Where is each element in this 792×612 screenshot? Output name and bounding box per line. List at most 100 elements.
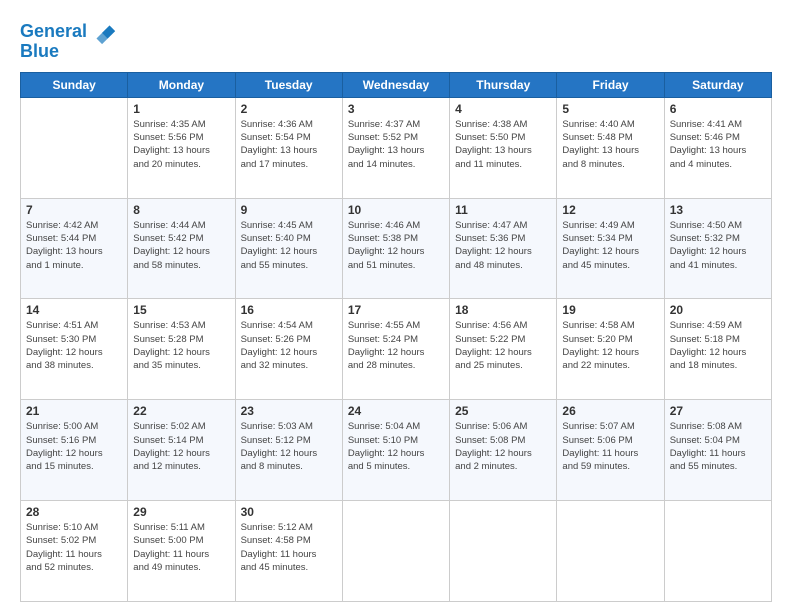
day-info: Sunrise: 4:40 AM Sunset: 5:48 PM Dayligh…: [562, 118, 658, 171]
day-info: Sunrise: 5:00 AM Sunset: 5:16 PM Dayligh…: [26, 420, 122, 473]
day-info: Sunrise: 4:37 AM Sunset: 5:52 PM Dayligh…: [348, 118, 444, 171]
day-info: Sunrise: 5:11 AM Sunset: 5:00 PM Dayligh…: [133, 521, 229, 574]
day-number: 4: [455, 102, 551, 116]
day-info: Sunrise: 5:03 AM Sunset: 5:12 PM Dayligh…: [241, 420, 337, 473]
day-number: 23: [241, 404, 337, 418]
calendar-cell: [21, 97, 128, 198]
logo-text-blue: Blue: [20, 42, 59, 62]
calendar-cell: [664, 501, 771, 602]
day-info: Sunrise: 4:47 AM Sunset: 5:36 PM Dayligh…: [455, 219, 551, 272]
calendar-cell: 16 Sunrise: 4:54 AM Sunset: 5:26 PM Dayli…: [235, 299, 342, 400]
day-number: 19: [562, 303, 658, 317]
weekday-header-row: SundayMondayTuesdayWednesdayThursdayFrid…: [21, 72, 772, 97]
calendar-cell: 26Sunrise: 5:07 AM Sunset: 5:06 PM Dayli…: [557, 400, 664, 501]
day-info: Sunrise: 5:02 AM Sunset: 5:14 PM Dayligh…: [133, 420, 229, 473]
day-number: 18: [455, 303, 551, 317]
calendar-week-5: 28 Sunrise: 5:10 AM Sunset: 5:02 PM Dayli…: [21, 501, 772, 602]
weekday-header-thursday: Thursday: [450, 72, 557, 97]
day-number: 14: [26, 303, 122, 317]
day-number: 30: [241, 505, 337, 519]
day-info: Sunrise: 4:44 AM Sunset: 5:42 PM Dayligh…: [133, 219, 229, 272]
weekday-header-sunday: Sunday: [21, 72, 128, 97]
calendar-cell: 14 Sunrise: 4:51 AM Sunset: 5:30 PM Dayli…: [21, 299, 128, 400]
day-info: Sunrise: 5:04 AM Sunset: 5:10 PM Dayligh…: [348, 420, 444, 473]
calendar-cell: 17 Sunrise: 4:55 AM Sunset: 5:24 PM Dayli…: [342, 299, 449, 400]
day-number: 1: [133, 102, 229, 116]
weekday-header-wednesday: Wednesday: [342, 72, 449, 97]
logo-icon: [89, 18, 117, 46]
day-info: Sunrise: 5:10 AM Sunset: 5:02 PM Dayligh…: [26, 521, 122, 574]
calendar-cell: 15Sunrise: 4:53 AM Sunset: 5:28 PM Dayli…: [128, 299, 235, 400]
day-info: Sunrise: 4:42 AM Sunset: 5:44 PM Dayligh…: [26, 219, 122, 272]
weekday-header-saturday: Saturday: [664, 72, 771, 97]
header: General Blue: [20, 18, 772, 62]
calendar-cell: 24 Sunrise: 5:04 AM Sunset: 5:10 PM Dayli…: [342, 400, 449, 501]
calendar-cell: 22 Sunrise: 5:02 AM Sunset: 5:14 PM Dayli…: [128, 400, 235, 501]
day-info: Sunrise: 4:46 AM Sunset: 5:38 PM Dayligh…: [348, 219, 444, 272]
day-info: Sunrise: 4:35 AM Sunset: 5:56 PM Dayligh…: [133, 118, 229, 171]
calendar-week-1: 1 Sunrise: 4:35 AM Sunset: 5:56 PM Daylig…: [21, 97, 772, 198]
calendar-cell: 19 Sunrise: 4:58 AM Sunset: 5:20 PM Dayli…: [557, 299, 664, 400]
day-number: 5: [562, 102, 658, 116]
day-info: Sunrise: 5:08 AM Sunset: 5:04 PM Dayligh…: [670, 420, 766, 473]
day-info: Sunrise: 5:12 AM Sunset: 4:58 PM Dayligh…: [241, 521, 337, 574]
calendar-cell: 28 Sunrise: 5:10 AM Sunset: 5:02 PM Dayli…: [21, 501, 128, 602]
day-info: Sunrise: 4:59 AM Sunset: 5:18 PM Dayligh…: [670, 319, 766, 372]
calendar-cell: 4 Sunrise: 4:38 AM Sunset: 5:50 PM Daylig…: [450, 97, 557, 198]
calendar-cell: 20 Sunrise: 4:59 AM Sunset: 5:18 PM Dayli…: [664, 299, 771, 400]
day-info: Sunrise: 4:56 AM Sunset: 5:22 PM Dayligh…: [455, 319, 551, 372]
day-info: Sunrise: 4:38 AM Sunset: 5:50 PM Dayligh…: [455, 118, 551, 171]
logo-text: General: [20, 22, 87, 42]
calendar-cell: 2Sunrise: 4:36 AM Sunset: 5:54 PM Daylig…: [235, 97, 342, 198]
day-info: Sunrise: 4:58 AM Sunset: 5:20 PM Dayligh…: [562, 319, 658, 372]
day-number: 17: [348, 303, 444, 317]
calendar-cell: 13Sunrise: 4:50 AM Sunset: 5:32 PM Dayli…: [664, 198, 771, 299]
calendar-cell: 18 Sunrise: 4:56 AM Sunset: 5:22 PM Dayli…: [450, 299, 557, 400]
calendar-cell: 11 Sunrise: 4:47 AM Sunset: 5:36 PM Dayli…: [450, 198, 557, 299]
day-info: Sunrise: 4:54 AM Sunset: 5:26 PM Dayligh…: [241, 319, 337, 372]
day-number: 13: [670, 203, 766, 217]
calendar-cell: 5 Sunrise: 4:40 AM Sunset: 5:48 PM Daylig…: [557, 97, 664, 198]
day-number: 27: [670, 404, 766, 418]
day-number: 10: [348, 203, 444, 217]
calendar-week-4: 21Sunrise: 5:00 AM Sunset: 5:16 PM Dayli…: [21, 400, 772, 501]
calendar-cell: 9 Sunrise: 4:45 AM Sunset: 5:40 PM Daylig…: [235, 198, 342, 299]
day-number: 20: [670, 303, 766, 317]
day-info: Sunrise: 4:45 AM Sunset: 5:40 PM Dayligh…: [241, 219, 337, 272]
calendar-cell: 21Sunrise: 5:00 AM Sunset: 5:16 PM Dayli…: [21, 400, 128, 501]
day-number: 9: [241, 203, 337, 217]
day-number: 2: [241, 102, 337, 116]
day-number: 11: [455, 203, 551, 217]
calendar-cell: 1 Sunrise: 4:35 AM Sunset: 5:56 PM Daylig…: [128, 97, 235, 198]
calendar-cell: 3Sunrise: 4:37 AM Sunset: 5:52 PM Daylig…: [342, 97, 449, 198]
day-number: 16: [241, 303, 337, 317]
day-info: Sunrise: 4:53 AM Sunset: 5:28 PM Dayligh…: [133, 319, 229, 372]
calendar-cell: 27 Sunrise: 5:08 AM Sunset: 5:04 PM Dayli…: [664, 400, 771, 501]
day-number: 7: [26, 203, 122, 217]
calendar-table: SundayMondayTuesdayWednesdayThursdayFrid…: [20, 72, 772, 602]
day-number: 8: [133, 203, 229, 217]
day-info: Sunrise: 4:55 AM Sunset: 5:24 PM Dayligh…: [348, 319, 444, 372]
page: General Blue SundayMondayTuesdayWednesda…: [0, 0, 792, 612]
day-number: 22: [133, 404, 229, 418]
calendar-cell: 25 Sunrise: 5:06 AM Sunset: 5:08 PM Dayli…: [450, 400, 557, 501]
day-number: 26: [562, 404, 658, 418]
calendar-cell: 29Sunrise: 5:11 AM Sunset: 5:00 PM Dayli…: [128, 501, 235, 602]
day-number: 25: [455, 404, 551, 418]
weekday-header-monday: Monday: [128, 72, 235, 97]
calendar-week-2: 7 Sunrise: 4:42 AM Sunset: 5:44 PM Daylig…: [21, 198, 772, 299]
day-number: 24: [348, 404, 444, 418]
calendar-cell: 7 Sunrise: 4:42 AM Sunset: 5:44 PM Daylig…: [21, 198, 128, 299]
day-info: Sunrise: 5:06 AM Sunset: 5:08 PM Dayligh…: [455, 420, 551, 473]
day-info: Sunrise: 4:41 AM Sunset: 5:46 PM Dayligh…: [670, 118, 766, 171]
day-number: 28: [26, 505, 122, 519]
calendar-cell: 10 Sunrise: 4:46 AM Sunset: 5:38 PM Dayli…: [342, 198, 449, 299]
weekday-header-friday: Friday: [557, 72, 664, 97]
calendar-week-3: 14 Sunrise: 4:51 AM Sunset: 5:30 PM Dayli…: [21, 299, 772, 400]
day-info: Sunrise: 4:49 AM Sunset: 5:34 PM Dayligh…: [562, 219, 658, 272]
weekday-header-tuesday: Tuesday: [235, 72, 342, 97]
calendar-cell: 12 Sunrise: 4:49 AM Sunset: 5:34 PM Dayli…: [557, 198, 664, 299]
day-number: 12: [562, 203, 658, 217]
day-info: Sunrise: 4:51 AM Sunset: 5:30 PM Dayligh…: [26, 319, 122, 372]
logo: General Blue: [20, 18, 117, 62]
